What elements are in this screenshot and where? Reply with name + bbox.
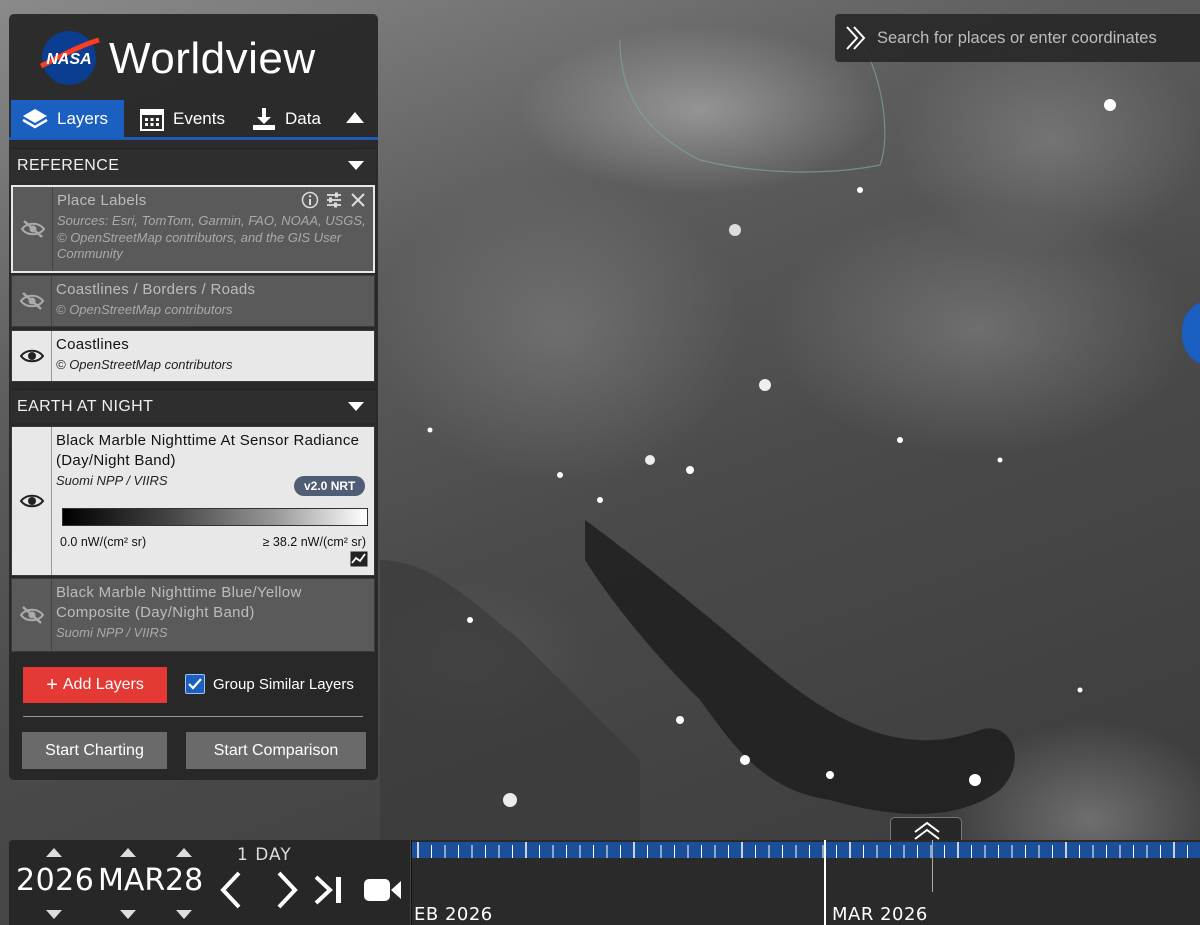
divider: [23, 716, 363, 717]
layer-black-marble-composite[interactable]: Black Marble Nighttime Blue/Yellow Compo…: [11, 578, 375, 652]
timeline-label-feb: EB 2026: [414, 904, 493, 925]
close-icon[interactable]: [349, 191, 367, 209]
version-badge: v2.0 NRT: [294, 476, 366, 496]
group-header-earth-at-night[interactable]: EARTH AT NIGHT: [11, 389, 376, 423]
chevron-double-right-icon[interactable]: [845, 25, 867, 51]
eye-slash-icon: [20, 220, 45, 238]
timeline[interactable]: EB 2026 MAR 2026: [411, 840, 1200, 925]
search-input[interactable]: Search for places or enter coordinates: [877, 29, 1157, 48]
visibility-toggle[interactable]: [12, 331, 52, 381]
layer-controls: [301, 191, 367, 209]
group-similar-checkbox[interactable]: Group Similar Layers: [185, 674, 354, 694]
visibility-toggle[interactable]: [13, 187, 53, 271]
layer-place-labels[interactable]: Place Labels Sources: Esri, TomTom, Garm…: [11, 185, 375, 273]
layer-title: Coastlines: [56, 336, 130, 353]
year-decrement-button[interactable]: [46, 910, 62, 919]
tab-data-label: Data: [285, 108, 321, 128]
sidebar: NASA Worldview Layers Events Data REFERE…: [9, 14, 378, 780]
chevron-left-icon[interactable]: [217, 870, 247, 910]
chevron-up-icon: [346, 112, 364, 123]
layer-coastlines[interactable]: Coastlines © OpenStreetMap contributors: [11, 330, 375, 382]
chart-icon[interactable]: [350, 551, 368, 567]
legend-max-label: ≥ 38.2 nW/(cm² sr): [262, 535, 366, 549]
group-title-reference: REFERENCE: [17, 156, 120, 174]
group-header-reference[interactable]: REFERENCE: [11, 148, 376, 182]
add-layers-button[interactable]: + Add Layers: [23, 667, 167, 703]
app-title: Worldview: [109, 34, 316, 83]
layer-title: Black Marble Nighttime At Sensor Radianc…: [56, 432, 360, 469]
layer-coastlines-borders-roads[interactable]: Coastlines / Borders / Roads © OpenStree…: [11, 275, 375, 327]
group-similar-label: Group Similar Layers: [213, 675, 354, 693]
eye-icon: [19, 349, 44, 363]
checkbox[interactable]: [185, 674, 205, 694]
eye-slash-icon: [19, 292, 44, 310]
legend-colorbar: [62, 508, 368, 526]
tab-data[interactable]: Data: [241, 100, 341, 137]
date-day-field[interactable]: 28: [165, 863, 203, 898]
layer-black-marble-radiance[interactable]: Black Marble Nighttime At Sensor Radianc…: [11, 426, 375, 576]
nasa-logo: NASA: [39, 31, 100, 85]
date-selector: 1 DAY 2026 MAR 28: [9, 840, 410, 925]
gulf-water: [585, 520, 1015, 814]
layer-source: Sources: Esri, TomTom, Garmin, FAO, NOAA…: [57, 213, 366, 261]
start-comparison-button[interactable]: Start Comparison: [186, 732, 366, 769]
layer-title: Black Marble Nighttime Blue/Yellow Compo…: [56, 584, 302, 621]
skip-to-end-icon[interactable]: [312, 874, 348, 906]
date-cursor: [932, 840, 933, 892]
layer-source: © OpenStreetMap contributors: [56, 302, 233, 317]
start-charting-button[interactable]: Start Charting: [22, 732, 167, 769]
timeline-ticks: [412, 842, 1200, 858]
brand-header: NASA Worldview: [9, 14, 378, 100]
tab-events[interactable]: Events: [129, 100, 244, 137]
interval-selector[interactable]: 1 DAY: [237, 845, 292, 865]
month-decrement-button[interactable]: [120, 910, 136, 919]
download-icon: [253, 107, 275, 130]
day-increment-button[interactable]: [176, 848, 192, 857]
checkmark-icon: [188, 678, 202, 690]
caret-down-icon: [348, 161, 364, 170]
collapse-sidebar-button[interactable]: [343, 108, 367, 128]
caret-down-icon: [348, 402, 364, 411]
chevron-double-up-icon: [914, 821, 940, 840]
timeline-label-mar: MAR 2026: [832, 904, 928, 925]
video-camera-icon[interactable]: [363, 876, 403, 904]
layer-source: © OpenStreetMap contributors: [56, 357, 233, 372]
eye-icon: [19, 494, 44, 508]
add-layers-label: Add Layers: [62, 676, 144, 693]
tab-bar: Layers Events Data: [9, 100, 378, 140]
calendar-icon: [140, 108, 164, 131]
chevron-right-icon[interactable]: [271, 870, 301, 910]
day-decrement-button[interactable]: [176, 910, 192, 919]
layers-icon: [22, 108, 48, 128]
tab-events-label: Events: [173, 108, 225, 128]
tab-layers-label: Layers: [57, 108, 109, 128]
eye-slash-icon: [19, 606, 44, 624]
visibility-toggle[interactable]: [12, 579, 52, 651]
plus-icon: +: [46, 674, 58, 696]
group-title-earth-at-night: EARTH AT NIGHT: [17, 397, 154, 415]
month-marker: [824, 840, 826, 925]
sliders-icon[interactable]: [325, 191, 343, 209]
year-increment-button[interactable]: [46, 848, 62, 857]
timeline-toggle[interactable]: [890, 817, 962, 841]
visibility-toggle[interactable]: [12, 427, 52, 575]
info-icon[interactable]: [301, 191, 319, 209]
legend-min-label: 0.0 nW/(cm² sr): [60, 535, 147, 549]
date-year-field[interactable]: 2026: [16, 863, 94, 898]
svg-text:NASA: NASA: [46, 51, 91, 68]
date-month-field[interactable]: MAR: [98, 863, 165, 898]
tab-layers[interactable]: Layers: [11, 100, 124, 137]
search-bar[interactable]: Search for places or enter coordinates: [835, 14, 1200, 62]
layer-source: Suomi NPP / VIIRS: [56, 625, 168, 640]
visibility-toggle[interactable]: [12, 276, 52, 326]
layer-title: Coastlines / Borders / Roads: [56, 281, 256, 298]
month-increment-button[interactable]: [120, 848, 136, 857]
